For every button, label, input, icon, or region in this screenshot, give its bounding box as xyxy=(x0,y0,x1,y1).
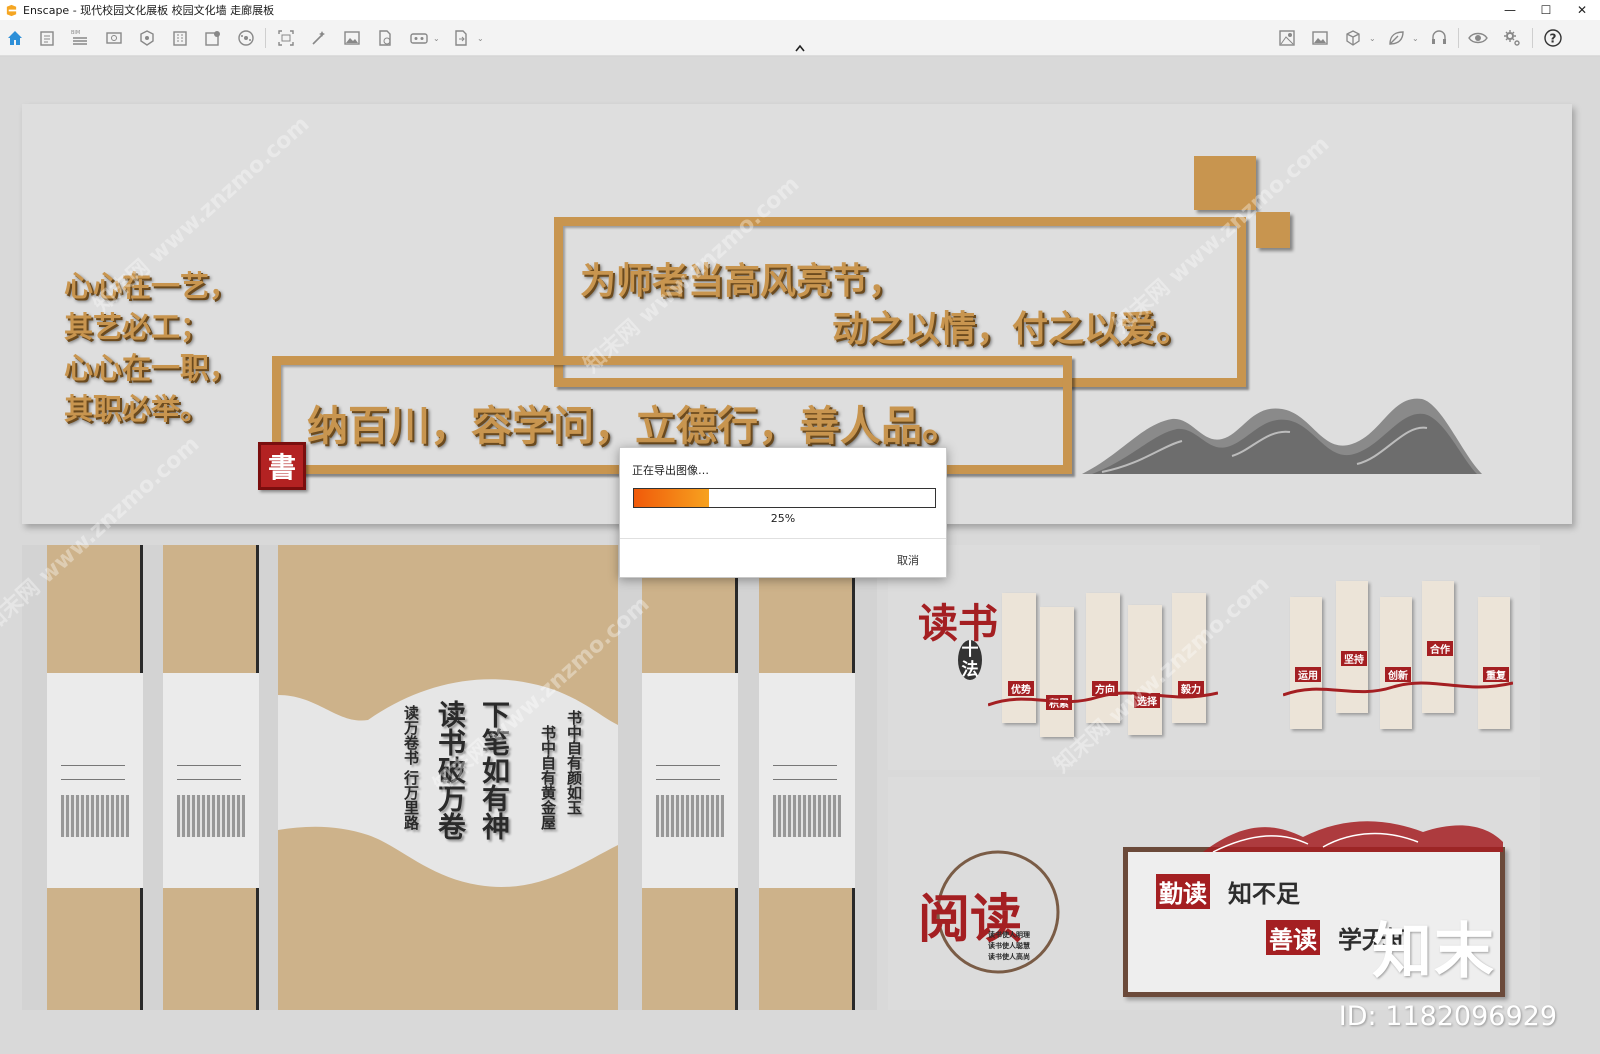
enscape-window: Enscape - 现代校园文化展板 校园文化墙 走廊展板 — ☐ ✕ BIM xyxy=(0,0,1600,1054)
wood-strip xyxy=(163,545,259,1010)
views-icon[interactable] xyxy=(104,28,124,48)
label-shandu: 善读 xyxy=(1266,920,1320,955)
atmosphere-icon[interactable] xyxy=(236,28,256,48)
motto-line-1: 为师者当高风亮节， xyxy=(580,260,905,302)
toolbar-separator xyxy=(265,28,266,48)
close-button[interactable]: ✕ xyxy=(1564,0,1600,20)
dialog-divider xyxy=(620,538,946,539)
wood-strip xyxy=(47,545,143,1010)
document-icon[interactable] xyxy=(375,28,395,48)
qr-code xyxy=(656,795,724,837)
headset-icon[interactable] xyxy=(1429,28,1449,48)
method-card: 运用 xyxy=(1290,597,1322,729)
home-icon[interactable] xyxy=(5,28,25,48)
poem-line: 心心在一职， xyxy=(64,351,239,385)
qr-code xyxy=(61,795,129,837)
method-card: 积累 xyxy=(1040,607,1074,737)
strip-card xyxy=(642,673,738,888)
asset-icon[interactable] xyxy=(137,28,157,48)
bim-label: BIM xyxy=(71,30,80,36)
method-card: 重复 xyxy=(1478,597,1510,729)
wood-strip xyxy=(642,545,738,1010)
image-icon[interactable] xyxy=(342,28,362,48)
red-wave-line xyxy=(1283,681,1513,697)
divider xyxy=(656,765,720,766)
material-icon[interactable] xyxy=(203,28,223,48)
bim-icon[interactable]: BIM xyxy=(70,28,90,48)
calligraphy-side-1: 书中自有颜如玉 xyxy=(565,710,583,815)
phrase-zhibuzu: 知不足 xyxy=(1228,879,1300,908)
vr-dropdown-caret[interactable]: ⌄ xyxy=(433,34,440,43)
qr-code xyxy=(177,795,245,837)
cube-icon[interactable] xyxy=(1343,28,1363,48)
calligraphy-side-2: 书中自有黄金屋 xyxy=(539,725,557,830)
method-label: 坚持 xyxy=(1341,651,1367,666)
mountain-relief xyxy=(1082,398,1482,474)
building-icon[interactable] xyxy=(170,28,190,48)
id-watermark: ID: 1182096929 xyxy=(1338,1001,1557,1032)
maximize-button[interactable]: ☐ xyxy=(1528,0,1564,20)
leaf-dropdown-caret[interactable]: ⌄ xyxy=(1412,34,1419,43)
export-progress-dialog: 正在导出图像… 25% 取消 xyxy=(619,447,947,578)
screenshot-icon[interactable] xyxy=(276,28,296,48)
project-icon[interactable] xyxy=(37,28,57,48)
window-controls: — ☐ ✕ xyxy=(1492,0,1600,20)
poem-line: 其艺必工； xyxy=(64,310,210,344)
red-mountain-waves xyxy=(1203,821,1503,852)
divider xyxy=(773,765,837,766)
batch-icon[interactable] xyxy=(309,28,329,48)
help-label: ? xyxy=(1550,32,1557,46)
circle-line: 读书使人聪慧 xyxy=(988,941,1030,950)
calligraphy-side-4: 行万里路 xyxy=(402,770,420,830)
eye-icon[interactable] xyxy=(1468,28,1488,48)
visual-settings-icon[interactable] xyxy=(1277,28,1297,48)
gallery-icon[interactable] xyxy=(1310,28,1330,48)
toolbar-separator xyxy=(1532,28,1533,48)
qr-code xyxy=(773,795,841,837)
strip-card xyxy=(163,673,259,888)
red-seal: 書 xyxy=(258,442,306,490)
reading-title: 读书 xyxy=(918,600,998,647)
progress-percent-label: 25% xyxy=(770,512,796,525)
export-dropdown-caret[interactable]: ⌄ xyxy=(477,34,484,43)
divider xyxy=(656,779,720,780)
collapse-toolbar-chevron-up-icon[interactable] xyxy=(794,42,806,54)
motto-line-3: 纳百川，容学问，立德行，善人品。 xyxy=(307,402,963,450)
help-icon[interactable]: ? xyxy=(1543,28,1563,48)
poem-line: 其职必举。 xyxy=(64,392,210,426)
leaf-icon[interactable] xyxy=(1386,28,1406,48)
reading-methods-panel: 读书 十法 优势 积累 方向 选择 毅力 运用 坚持 创新 合作 重复 xyxy=(888,545,1540,770)
progress-fill xyxy=(634,489,710,507)
method-label: 合作 xyxy=(1427,641,1453,656)
circle-line: 读书使人高尚 xyxy=(988,952,1030,961)
gear-icon[interactable] xyxy=(1502,28,1522,48)
cancel-button[interactable]: 取消 xyxy=(897,552,919,568)
divider xyxy=(773,779,837,780)
export-icon[interactable] xyxy=(451,28,471,48)
vr-icon[interactable] xyxy=(409,28,429,48)
wood-strip xyxy=(759,545,855,1010)
title-bar: Enscape - 现代校园文化展板 校园文化墙 走廊展板 — ☐ ✕ xyxy=(0,0,1600,20)
divider xyxy=(61,765,125,766)
divider xyxy=(61,779,125,780)
cube-dropdown-caret[interactable]: ⌄ xyxy=(1369,34,1376,43)
method-card: 创新 xyxy=(1380,597,1412,729)
dialog-title: 正在导出图像… xyxy=(632,464,709,477)
label-qindu: 勤读 xyxy=(1156,874,1210,909)
export-progress-bar xyxy=(633,488,936,508)
strip-card xyxy=(759,673,855,888)
window-title: Enscape - 现代校园文化展板 校园文化墙 走廊展板 xyxy=(23,4,275,17)
circle-line: 读书使人明理 xyxy=(988,930,1030,939)
circle-lines: 读书使人明理 读书使人聪慧 读书使人高尚 xyxy=(988,929,1030,962)
toolbar-separator xyxy=(1458,28,1459,48)
divider xyxy=(177,779,241,780)
divider xyxy=(177,765,241,766)
reading-subtitle: 十法 xyxy=(958,640,982,680)
strip-card xyxy=(47,673,143,888)
enscape-logo-icon xyxy=(6,4,17,16)
minimize-button[interactable]: — xyxy=(1492,0,1528,20)
brand-watermark: 知末 xyxy=(1372,917,1496,987)
